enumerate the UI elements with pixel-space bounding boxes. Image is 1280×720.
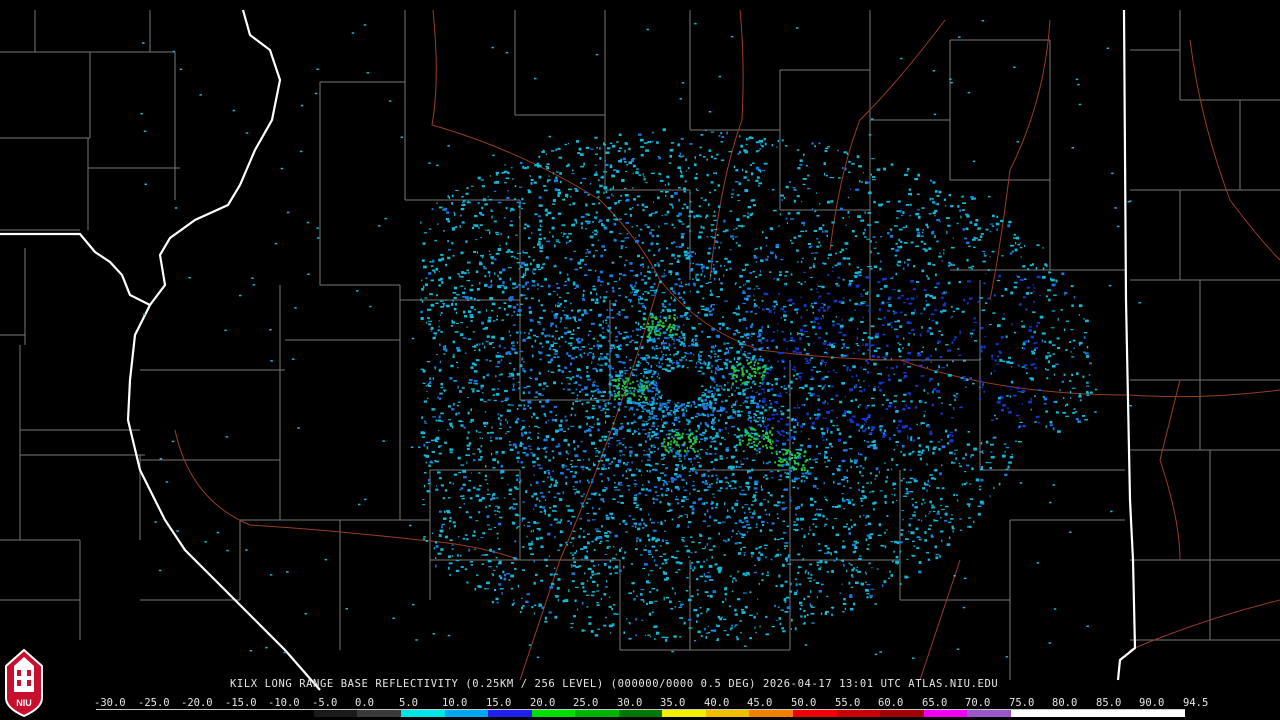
scale-swatch — [226, 710, 271, 717]
scale-label: 10.0 — [442, 697, 468, 709]
scale-swatch — [270, 710, 314, 717]
scale-swatch — [662, 710, 706, 717]
scale-label: 25.0 — [573, 697, 599, 709]
radar-map — [0, 9, 1280, 691]
scale-label: 70.0 — [965, 697, 991, 709]
scale-label: 20.0 — [530, 697, 556, 709]
scale-label: 30.0 — [617, 697, 643, 709]
scale-swatch — [1141, 710, 1186, 717]
scale-swatch — [488, 710, 532, 717]
scale-swatch — [96, 710, 140, 717]
highway-lines — [174, 9, 1280, 681]
scale-label: 15.0 — [486, 697, 512, 709]
logo-text: NIU — [16, 698, 32, 708]
scale-label: 65.0 — [922, 697, 948, 709]
scale-swatch — [836, 710, 881, 717]
color-scale-bar — [96, 709, 1186, 717]
scale-swatch — [444, 710, 489, 717]
scale-label: 85.0 — [1096, 697, 1122, 709]
scale-swatch — [531, 710, 576, 717]
scale-swatch — [313, 710, 358, 717]
scale-swatch — [183, 710, 227, 717]
scale-label: 5.0 — [399, 697, 418, 709]
scale-swatch — [1010, 710, 1055, 717]
scale-swatch — [923, 710, 968, 717]
scale-swatch — [1054, 710, 1098, 717]
scale-label: 75.0 — [1009, 697, 1035, 709]
scale-label: 40.0 — [704, 697, 730, 709]
scale-label: -15.0 — [225, 697, 257, 709]
scale-swatch — [967, 710, 1011, 717]
scale-label: 80.0 — [1052, 697, 1078, 709]
scale-label: -30.0 — [94, 697, 126, 709]
scale-label: 50.0 — [791, 697, 817, 709]
color-scale-labels: -30.0 -25.0 -20.0 -15.0 -10.0 -5.0 0.0 5.0 10.0 1… — [94, 697, 1208, 709]
scale-label: 45.0 — [747, 697, 773, 709]
scale-label: 0.0 — [355, 697, 374, 709]
state-borders — [0, 9, 1137, 691]
scale-label: 94.5 — [1183, 697, 1209, 709]
scale-swatch — [575, 710, 619, 717]
product-title: KILX LONG RANGE BASE REFLECTIVITY (0.25K… — [230, 678, 999, 690]
scale-label: 55.0 — [835, 697, 861, 709]
scale-label: -10.0 — [268, 697, 300, 709]
scale-swatch — [705, 710, 750, 717]
reflectivity-echoes — [140, 20, 1141, 659]
scale-label: -25.0 — [138, 697, 170, 709]
scale-swatch — [139, 710, 184, 717]
scale-swatch — [1097, 710, 1142, 717]
scale-label: 35.0 — [660, 697, 686, 709]
scale-swatch — [880, 710, 924, 717]
scale-swatch — [618, 710, 663, 717]
scale-label: -20.0 — [181, 697, 213, 709]
scale-swatch — [357, 710, 401, 717]
scale-swatch — [793, 710, 837, 717]
niu-logo: NIU — [5, 648, 43, 718]
scale-swatch — [749, 710, 793, 717]
scale-swatch — [400, 710, 445, 717]
scale-label: 60.0 — [878, 697, 904, 709]
scale-label: 90.0 — [1139, 697, 1165, 709]
scale-label: -5.0 — [312, 697, 338, 709]
radar-screen: KILX LONG RANGE BASE REFLECTIVITY (0.25K… — [0, 0, 1280, 720]
